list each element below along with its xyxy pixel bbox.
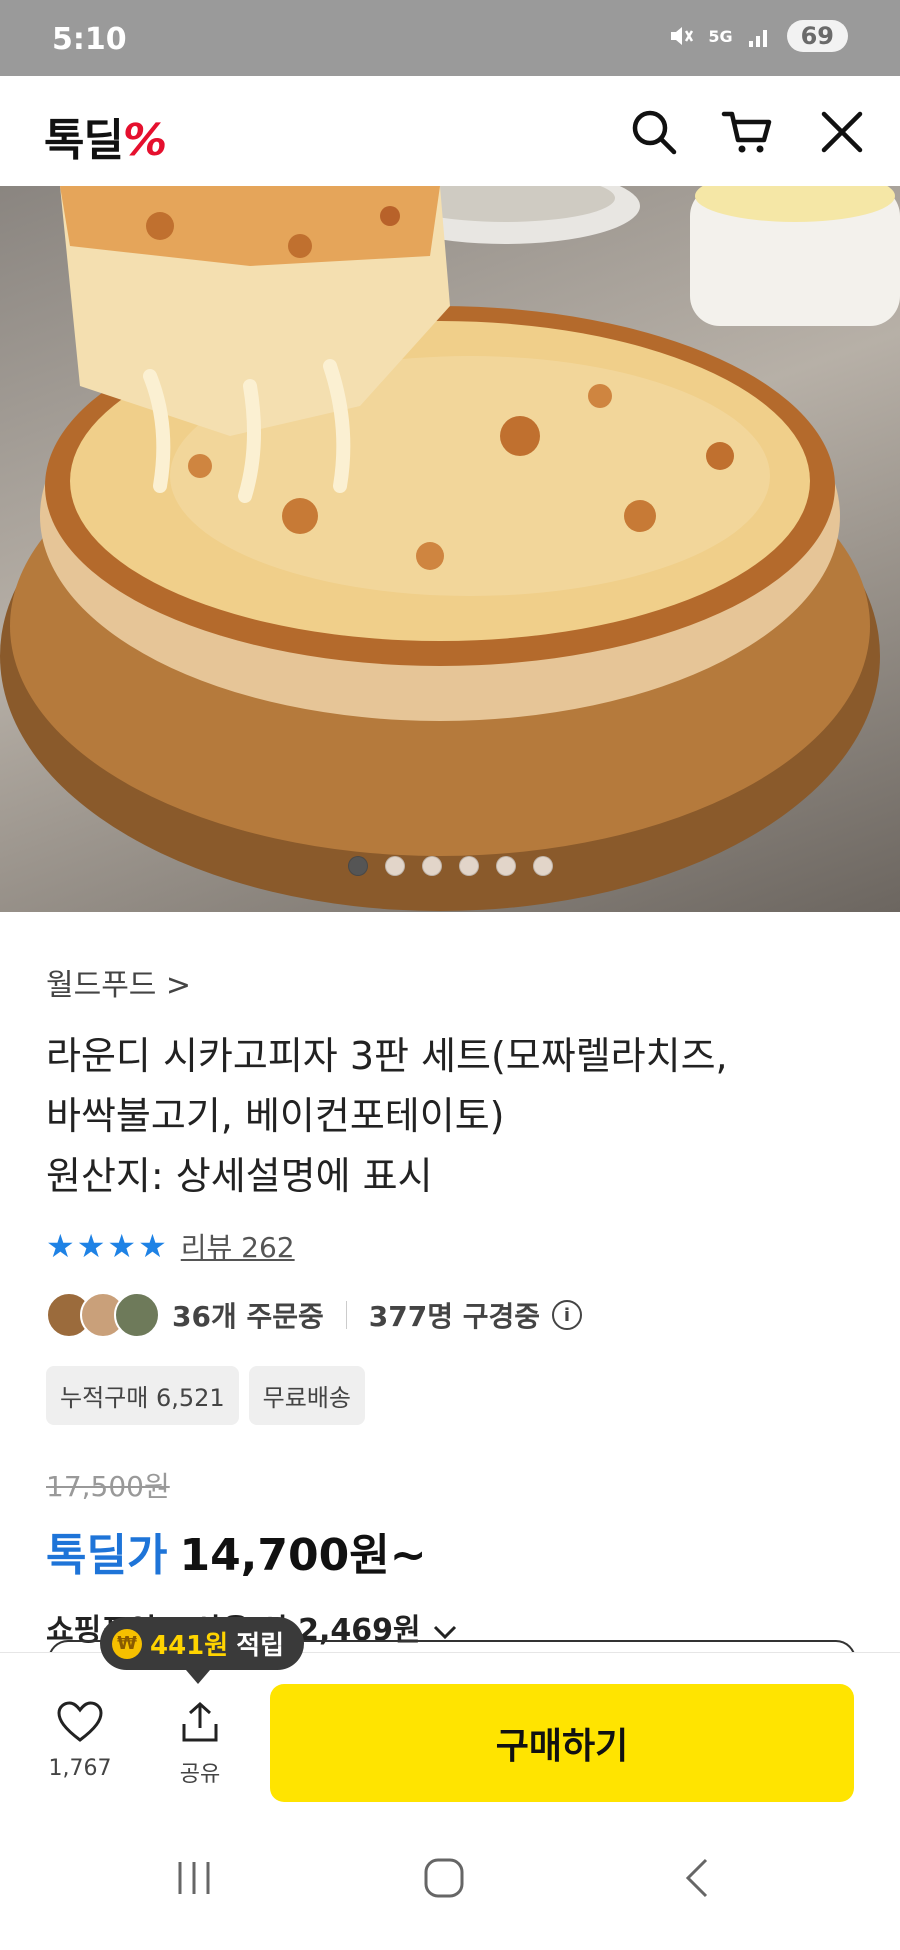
battery-level: 69 [786, 20, 848, 52]
reward-amount: 441원 [150, 1631, 229, 1661]
reward-tooltip: ₩ 441원 적립 [100, 1617, 305, 1684]
search-icon[interactable] [626, 104, 682, 160]
review-link[interactable]: 리뷰 262 [181, 1226, 295, 1266]
badge-chips: 누적구매 6,521 무료배송 [46, 1366, 866, 1425]
signal-icon [748, 30, 767, 47]
deal-price: 14,700원~ [179, 1530, 427, 1581]
product-title: 라운디 시카고피자 3판 세트(모짜렐라치즈, 바싹불고기, 베이컨포테이토) … [46, 1026, 866, 1206]
status-time: 5:10 [52, 22, 127, 57]
deal-label: 톡딜가 [46, 1530, 168, 1581]
like-button[interactable]: 1,767 [48, 1700, 112, 1781]
carousel-dot[interactable] [347, 856, 368, 876]
mute-icon [671, 27, 694, 45]
rating-row: ★★★★ 리뷰 262 [46, 1226, 866, 1266]
deal-price-row: 톡딜가 14,700원~ [46, 1519, 866, 1583]
heart-icon [57, 1701, 103, 1742]
carousel-dot[interactable] [421, 856, 442, 876]
viewers-count: 377명 구경중 [368, 1300, 541, 1333]
recent-apps-icon[interactable] [172, 1856, 216, 1900]
cart-icon[interactable] [720, 104, 776, 160]
orders-count: 36개 주문중 [172, 1300, 324, 1333]
product-info: 월드푸드 > 라운디 시카고피자 3판 세트(모짜렐라치즈, 바싹불고기, 베이… [46, 960, 866, 1649]
status-icons: 5G 69 [668, 20, 848, 52]
carousel-dot[interactable] [495, 856, 516, 876]
status-bar: 5:10 5G 69 [0, 0, 900, 76]
home-icon[interactable] [422, 1856, 466, 1900]
buyer-avatars [46, 1292, 160, 1338]
original-price: 17,500원 [46, 1470, 170, 1503]
back-icon[interactable] [676, 1856, 720, 1900]
close-icon[interactable] [814, 104, 870, 160]
free-shipping-chip: 무료배송 [248, 1366, 365, 1425]
product-image-carousel[interactable] [0, 186, 900, 912]
pizza-product-image [0, 186, 900, 911]
info-icon[interactable]: i [552, 1300, 583, 1330]
star-rating: ★★★★ [46, 1227, 169, 1265]
carousel-dot[interactable] [458, 856, 479, 876]
app-logo[interactable]: 톡딜% [44, 104, 167, 168]
cumulative-purchase-chip: 누적구매 6,521 [46, 1366, 239, 1425]
divider [345, 1301, 347, 1329]
carousel-dot[interactable] [384, 856, 405, 876]
carousel-dot[interactable] [532, 856, 553, 876]
app-header: 톡딜% [0, 76, 900, 186]
order-status-row: 36개 주문중 377명 구경중 i [46, 1292, 866, 1338]
share-icon [182, 1701, 218, 1742]
carousel-indicators [0, 856, 900, 876]
share-button[interactable]: 공유 [168, 1700, 232, 1788]
chevron-down-icon [434, 1625, 457, 1639]
network-5g-icon: 5G [708, 26, 733, 46]
like-count: 1,767 [48, 1756, 112, 1781]
system-nav-bar [0, 1822, 900, 1950]
brand-link[interactable]: 월드푸드 > [46, 960, 866, 1004]
origin-text: 원산지: 상세설명에 표시 [46, 1154, 433, 1198]
coin-icon: ₩ [112, 1628, 142, 1659]
share-label: 공유 [179, 1762, 221, 1787]
buy-button[interactable]: 구매하기 [270, 1684, 854, 1802]
reward-suffix: 적립 [236, 1631, 285, 1661]
